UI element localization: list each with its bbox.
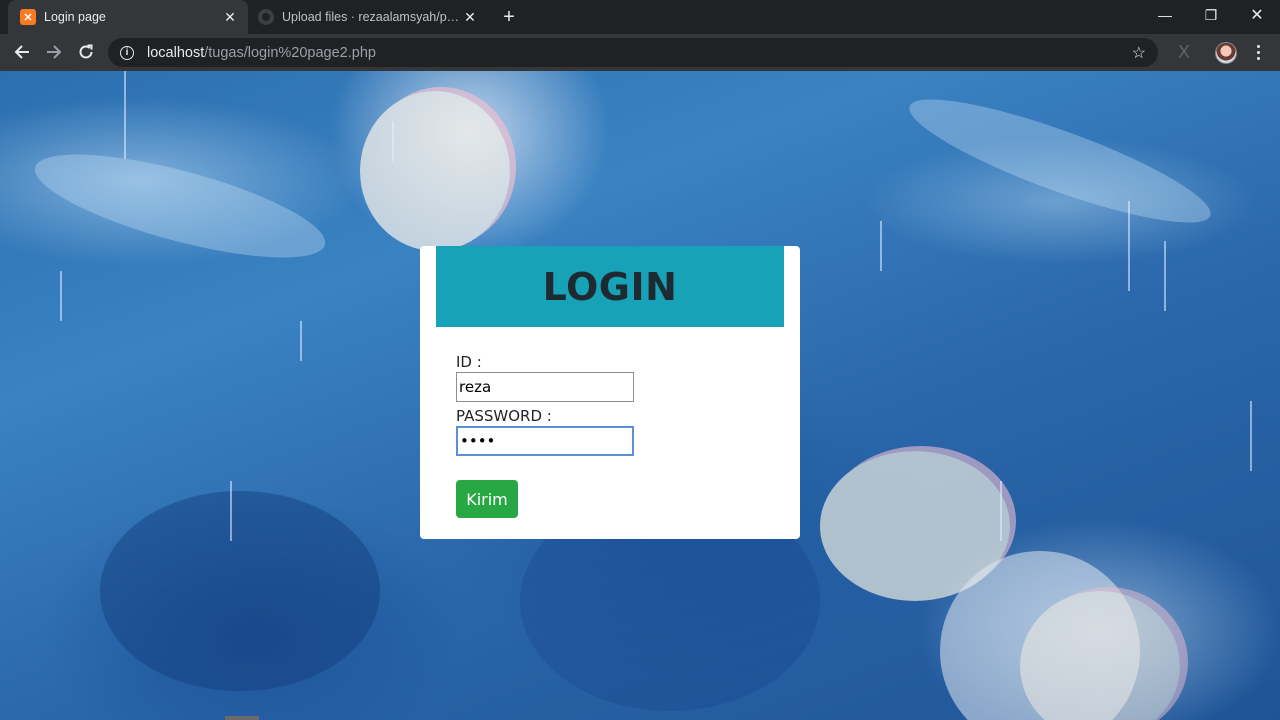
password-label: PASSWORD :: [456, 407, 552, 425]
tab-upload-files[interactable]: Upload files · rezaalamsyah/php2 ✕: [250, 0, 488, 34]
login-form: ID : PASSWORD : Kirim: [456, 352, 634, 518]
cloud-decoration: [26, 133, 334, 279]
profile-avatar[interactable]: [1215, 42, 1237, 64]
rain-streak: [60, 271, 62, 321]
tab-login-page[interactable]: ✕ Login page ✕: [8, 0, 248, 34]
rain-streak: [1128, 201, 1130, 291]
cloud-decoration: [899, 78, 1221, 244]
url-text: localhost/tugas/login%20page2.php: [147, 44, 376, 61]
cloud-decoration: [360, 91, 510, 251]
forward-icon[interactable]: [40, 38, 68, 66]
login-card: LOGIN ID : PASSWORD : Kirim: [420, 246, 800, 539]
close-icon[interactable]: ✕: [222, 9, 238, 25]
login-header: LOGIN: [436, 246, 784, 327]
rain-streak: [1000, 481, 1002, 541]
close-icon[interactable]: ✕: [462, 9, 478, 25]
rain-streak: [300, 321, 302, 361]
bookmark-star-icon[interactable]: ☆: [1132, 43, 1146, 63]
cloud-decoration: [100, 491, 380, 691]
minimize-icon[interactable]: —: [1142, 0, 1188, 30]
rain-streak: [124, 71, 126, 159]
tab-strip: ✕ Login page ✕ Upload files · rezaalamsy…: [0, 0, 1280, 34]
rain-streak: [392, 121, 394, 161]
submit-button[interactable]: Kirim: [456, 480, 518, 518]
rain-streak: [880, 221, 882, 271]
page-background: LOGIN ID : PASSWORD : Kirim: [0, 71, 1280, 720]
new-tab-icon[interactable]: +: [498, 6, 520, 28]
extension-icon[interactable]: X: [1170, 38, 1198, 66]
tab-title: Login page: [44, 10, 106, 24]
rain-streak: [1164, 241, 1166, 311]
id-label: ID :: [456, 353, 482, 371]
scroll-indicator: [225, 716, 259, 720]
reload-icon[interactable]: [72, 38, 100, 66]
password-field[interactable]: [456, 426, 634, 456]
rain-streak: [1250, 401, 1252, 471]
menu-icon[interactable]: [1248, 38, 1268, 66]
address-bar[interactable]: i localhost/tugas/login%20page2.php ☆: [108, 38, 1158, 67]
xampp-icon: ✕: [20, 9, 36, 25]
restore-icon[interactable]: ❐: [1188, 0, 1234, 30]
info-icon[interactable]: i: [120, 45, 134, 60]
browser-toolbar: i localhost/tugas/login%20page2.php ☆ X: [0, 34, 1280, 71]
tab-title: Upload files · rezaalamsyah/php2: [282, 10, 462, 24]
id-field[interactable]: [456, 372, 634, 402]
back-icon[interactable]: [8, 38, 36, 66]
rain-streak: [230, 481, 232, 541]
login-heading: LOGIN: [542, 264, 678, 309]
github-icon: [258, 9, 274, 25]
window-close-icon[interactable]: ✕: [1234, 0, 1280, 30]
